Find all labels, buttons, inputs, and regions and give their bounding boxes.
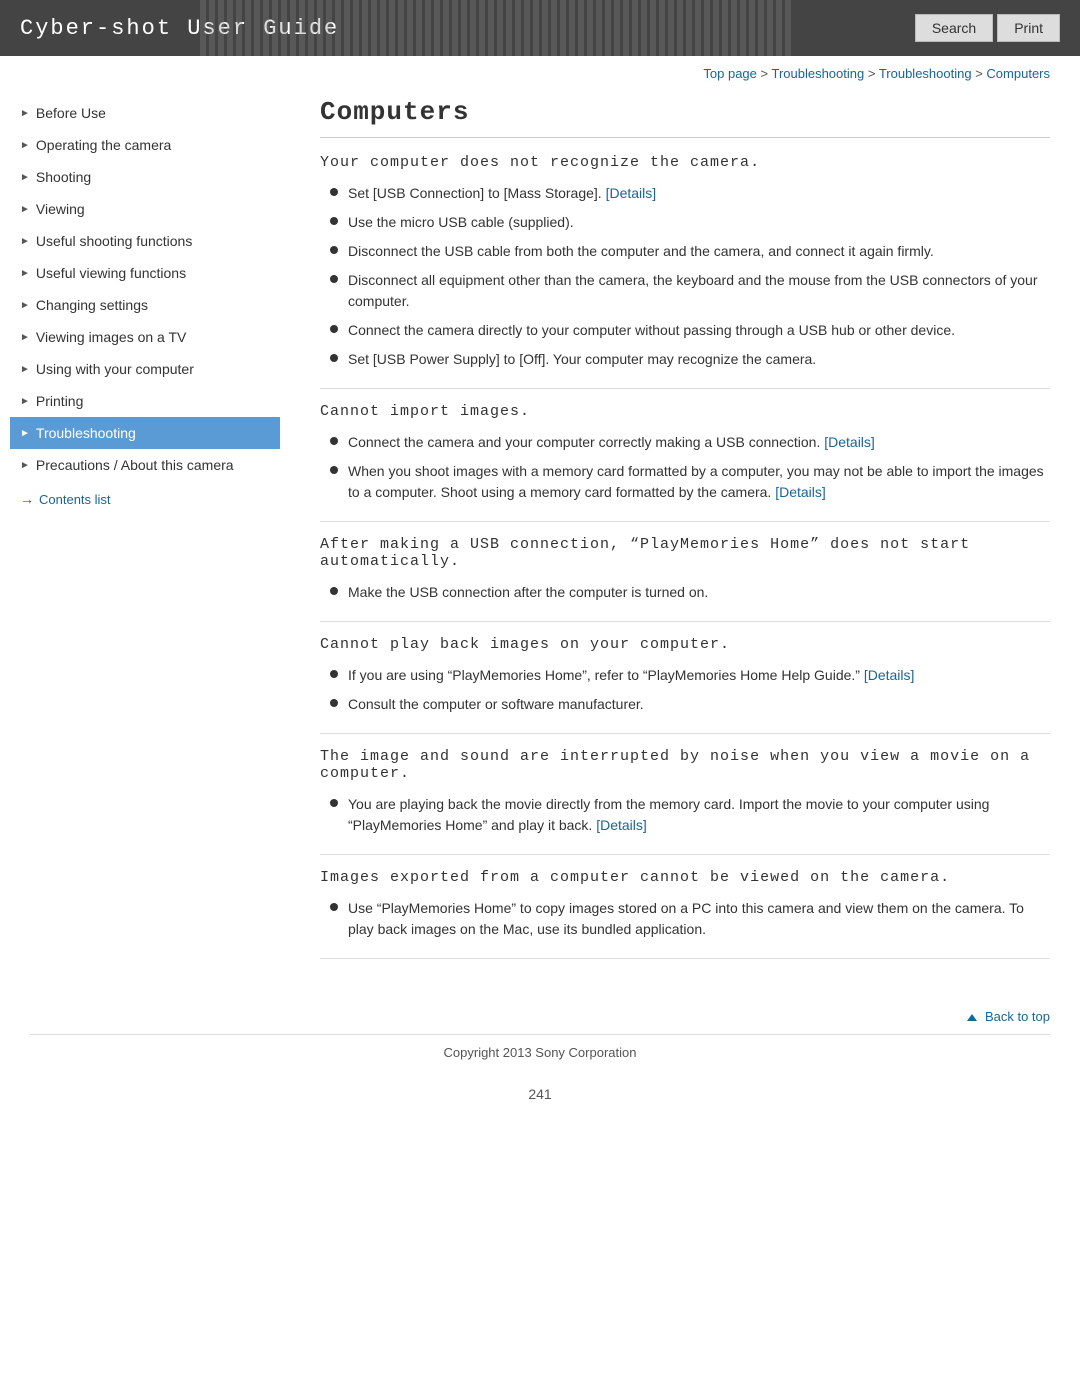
bullet-icon (330, 587, 338, 595)
sidebar-item-precautions[interactable]: ► Precautions / About this camera (10, 449, 280, 481)
print-button[interactable]: Print (997, 14, 1060, 42)
arrow-right-icon: → (20, 491, 34, 507)
back-to-top-label: Back to top (985, 1009, 1050, 1024)
list-item: You are playing back the movie directly … (330, 794, 1050, 836)
chevron-right-icon: ► (20, 364, 30, 375)
chevron-right-icon: ► (20, 172, 30, 183)
list-item: Disconnect all equipment other than the … (330, 270, 1050, 312)
list-item: Disconnect the USB cable from both the c… (330, 241, 1050, 262)
chevron-right-icon: ► (20, 460, 30, 471)
section-heading-6: Images exported from a computer cannot b… (320, 869, 1050, 886)
details-link[interactable]: [Details] (775, 484, 826, 500)
bullet-icon (330, 466, 338, 474)
details-link[interactable]: [Details] (824, 434, 875, 450)
back-to-top-link[interactable]: Back to top (967, 1009, 1050, 1024)
bullet-icon (330, 275, 338, 283)
bullet-icon (330, 354, 338, 362)
breadcrumb: Top page > Troubleshooting > Troubleshoo… (0, 56, 1080, 87)
list-item: If you are using “PlayMemories Home”, re… (330, 665, 1050, 686)
chevron-right-icon: ► (20, 300, 30, 311)
section-playmemories-not-start: After making a USB connection, “PlayMemo… (320, 536, 1050, 622)
section-not-recognize: Your computer does not recognize the cam… (320, 154, 1050, 389)
contents-list-label: Contents list (39, 492, 111, 507)
triangle-up-icon (967, 1014, 977, 1021)
bullet-icon (330, 325, 338, 333)
bullet-list-5: You are playing back the movie directly … (320, 794, 1050, 836)
section-heading-3: After making a USB connection, “PlayMemo… (320, 536, 1050, 570)
section-cannot-import: Cannot import images. Connect the camera… (320, 403, 1050, 522)
bullet-icon (330, 903, 338, 911)
back-to-top: Back to top (0, 999, 1080, 1034)
sidebar-item-changing-settings[interactable]: ► Changing settings (10, 289, 280, 321)
chevron-right-icon: ► (20, 396, 30, 407)
bullet-list-2: Connect the camera and your computer cor… (320, 432, 1050, 503)
page-title: Computers (320, 97, 1050, 138)
sidebar-item-using-computer[interactable]: ► Using with your computer (10, 353, 280, 385)
sidebar-item-printing[interactable]: ► Printing (10, 385, 280, 417)
chevron-right-icon: ► (20, 236, 30, 247)
bullet-list-6: Use “PlayMemories Home” to copy images s… (320, 898, 1050, 940)
list-item: Use the micro USB cable (supplied). (330, 212, 1050, 233)
section-noise-movie: The image and sound are interrupted by n… (320, 748, 1050, 855)
page-number: 241 (0, 1070, 1080, 1118)
chevron-right-icon: ► (20, 428, 30, 439)
section-heading-2: Cannot import images. (320, 403, 1050, 420)
chevron-right-icon: ► (20, 140, 30, 151)
details-link[interactable]: [Details] (606, 185, 657, 201)
bullet-icon (330, 217, 338, 225)
bullet-icon (330, 670, 338, 678)
bullet-icon (330, 188, 338, 196)
bullet-list-3: Make the USB connection after the comput… (320, 582, 1050, 603)
list-item: Connect the camera directly to your comp… (330, 320, 1050, 341)
sidebar-item-troubleshooting[interactable]: ► Troubleshooting (10, 417, 280, 449)
list-item: Set [USB Connection] to [Mass Storage]. … (330, 183, 1050, 204)
sidebar-item-viewing-tv[interactable]: ► Viewing images on a TV (10, 321, 280, 353)
header: Cyber-shot User Guide Search Print (0, 0, 1080, 56)
bullet-icon (330, 699, 338, 707)
bullet-icon (330, 246, 338, 254)
page-layout: ► Before Use ► Operating the camera ► Sh… (0, 87, 1080, 999)
contents-list-link[interactable]: → Contents list (10, 481, 280, 507)
chevron-right-icon: ► (20, 268, 30, 279)
bullet-list-1: Set [USB Connection] to [Mass Storage]. … (320, 183, 1050, 370)
section-heading-4: Cannot play back images on your computer… (320, 636, 1050, 653)
list-item: Use “PlayMemories Home” to copy images s… (330, 898, 1050, 940)
list-item: Connect the camera and your computer cor… (330, 432, 1050, 453)
copyright: Copyright 2013 Sony Corporation (30, 1034, 1050, 1070)
list-item: Consult the computer or software manufac… (330, 694, 1050, 715)
breadcrumb-computers[interactable]: Computers (986, 66, 1050, 81)
sidebar-item-viewing[interactable]: ► Viewing (10, 193, 280, 225)
list-item: When you shoot images with a memory card… (330, 461, 1050, 503)
chevron-right-icon: ► (20, 204, 30, 215)
chevron-right-icon: ► (20, 332, 30, 343)
main-content: Computers Your computer does not recogni… (290, 97, 1080, 989)
breadcrumb-troubleshooting2[interactable]: Troubleshooting (879, 66, 972, 81)
section-heading-1: Your computer does not recognize the cam… (320, 154, 1050, 171)
details-link[interactable]: [Details] (596, 817, 647, 833)
list-item: Set [USB Power Supply] to [Off]. Your co… (330, 349, 1050, 370)
section-exported-not-viewed: Images exported from a computer cannot b… (320, 869, 1050, 959)
bullet-icon (330, 799, 338, 807)
header-decorative-pattern (200, 0, 960, 56)
list-item: Make the USB connection after the comput… (330, 582, 1050, 603)
copyright-text: Copyright 2013 Sony Corporation (444, 1045, 637, 1060)
sidebar-item-operating[interactable]: ► Operating the camera (10, 129, 280, 161)
details-link[interactable]: [Details] (864, 667, 915, 683)
section-heading-5: The image and sound are interrupted by n… (320, 748, 1050, 782)
chevron-right-icon: ► (20, 108, 30, 119)
breadcrumb-top[interactable]: Top page (703, 66, 757, 81)
sidebar: ► Before Use ► Operating the camera ► Sh… (0, 97, 290, 989)
sidebar-item-useful-viewing[interactable]: ► Useful viewing functions (10, 257, 280, 289)
breadcrumb-troubleshooting1[interactable]: Troubleshooting (771, 66, 864, 81)
sidebar-item-before-use[interactable]: ► Before Use (10, 97, 280, 129)
bullet-list-4: If you are using “PlayMemories Home”, re… (320, 665, 1050, 715)
bullet-icon (330, 437, 338, 445)
sidebar-item-useful-shooting[interactable]: ► Useful shooting functions (10, 225, 280, 257)
sidebar-item-shooting[interactable]: ► Shooting (10, 161, 280, 193)
section-cannot-playback: Cannot play back images on your computer… (320, 636, 1050, 734)
